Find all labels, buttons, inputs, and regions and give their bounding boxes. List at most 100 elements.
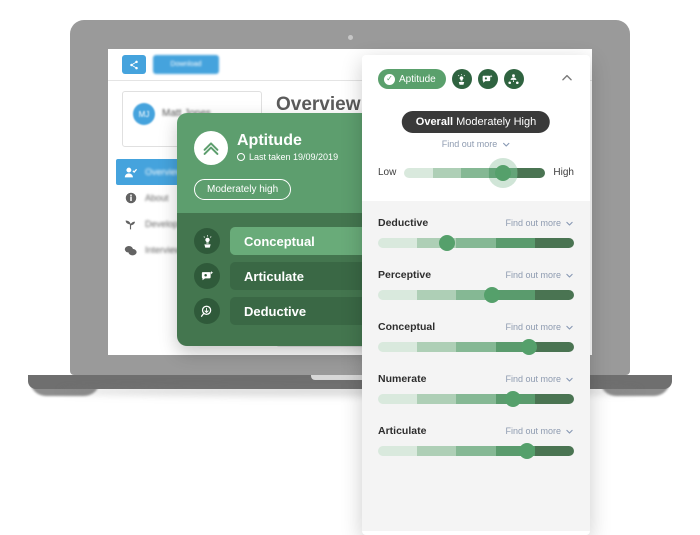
slider-segment <box>378 446 418 456</box>
panel-header: ✓ Aptitude Overall Moderately High Find … <box>362 55 590 201</box>
aptitude-chip-label: Aptitude <box>399 73 436 85</box>
aptitude-chip[interactable]: ✓ Aptitude <box>378 69 446 89</box>
slider-thumb[interactable] <box>438 235 455 251</box>
find-out-more-link[interactable]: Find out more <box>505 218 574 228</box>
aptitude-title: Aptitude <box>237 132 302 149</box>
overall-slider[interactable] <box>404 164 546 181</box>
slider-segment <box>417 446 457 456</box>
overall-prefix: Overall <box>415 116 454 128</box>
plant-idea-icon <box>194 228 220 254</box>
slider-segment <box>432 167 461 178</box>
metric-row: Numerate Find out more <box>362 373 590 407</box>
slider-segment <box>378 290 418 300</box>
slider-track <box>404 167 546 178</box>
slider-track <box>378 290 574 300</box>
find-out-more-label: Find out more <box>505 270 561 280</box>
list-item-label: Conceptual <box>230 227 377 255</box>
slider-segment <box>495 238 535 248</box>
list-item-label: Deductive <box>230 297 377 325</box>
slider-segment <box>417 290 457 300</box>
find-out-more-link[interactable]: Find out more <box>505 374 574 384</box>
overall-slider-row: Low High <box>378 164 574 181</box>
slider-track <box>378 342 574 352</box>
metric-header: Deductive Find out more <box>378 217 574 229</box>
info-icon <box>124 192 137 205</box>
share-button[interactable] <box>122 55 146 74</box>
metric-label: Numerate <box>378 373 427 385</box>
slider-thumb[interactable] <box>483 287 500 303</box>
overall-value: Moderately High <box>456 116 537 128</box>
slider-track <box>378 238 574 248</box>
chevron-down-icon <box>565 323 574 332</box>
magnifier-icon <box>194 298 220 324</box>
find-out-more-label: Find out more <box>505 322 561 332</box>
metric-slider[interactable] <box>378 339 574 355</box>
check-circle-icon: ✓ <box>384 73 395 85</box>
webcam-icon <box>347 35 353 40</box>
find-out-more-link[interactable]: Find out more <box>505 426 574 436</box>
slider-thumb[interactable] <box>520 339 537 355</box>
find-out-more-label: Find out more <box>505 218 561 228</box>
last-taken-row: Last taken 19/09/2019 <box>237 152 338 162</box>
chevron-down-icon <box>565 271 574 280</box>
slider-track <box>378 446 574 456</box>
slider-segment <box>456 394 496 404</box>
chat-icon <box>124 244 137 257</box>
plant-idea-icon[interactable] <box>451 69 472 89</box>
slider-segment <box>517 167 546 178</box>
chevron-up-icon[interactable] <box>558 69 576 87</box>
find-out-more-label: Find out more <box>505 426 561 436</box>
last-taken-label: Last taken 19/09/2019 <box>249 152 339 162</box>
category-chip-row: ✓ Aptitude <box>378 69 524 89</box>
slider-segment <box>534 446 574 456</box>
find-out-more-link[interactable]: Find out more <box>505 270 574 280</box>
clock-icon <box>237 153 245 161</box>
aptitude-chevron-icon <box>194 131 228 165</box>
metric-slider[interactable] <box>378 443 574 459</box>
metric-slider[interactable] <box>378 235 574 251</box>
metric-row: Conceptual Find out more <box>362 321 590 355</box>
slider-segment <box>495 290 535 300</box>
slider-segment <box>404 167 433 178</box>
list-item[interactable]: Articulate <box>194 262 377 290</box>
find-out-more-label: Find out more <box>441 139 498 149</box>
slider-thumb[interactable] <box>505 391 522 407</box>
metric-label: Conceptual <box>378 321 436 333</box>
speech-bubble-icon <box>194 263 220 289</box>
download-button[interactable]: Download <box>153 55 219 74</box>
scale-low-label: Low <box>378 167 397 178</box>
aptitude-card-rows: Conceptual Articulate Deductive <box>177 213 377 346</box>
list-item-label: Articulate <box>230 262 377 290</box>
find-out-more-label: Find out more <box>505 374 561 384</box>
metric-slider[interactable] <box>378 287 574 303</box>
speech-bubble-icon[interactable] <box>477 69 498 89</box>
sidebar-item-label: About <box>145 193 169 203</box>
find-out-more-overall[interactable]: Find out more <box>442 139 511 149</box>
scale-high-label: High <box>553 167 574 178</box>
metric-row: Articulate Find out more <box>362 425 590 459</box>
slider-segment <box>456 446 496 456</box>
slider-thumb[interactable] <box>518 443 535 459</box>
slider-track <box>378 394 574 404</box>
list-item[interactable]: Deductive <box>194 297 377 325</box>
slider-thumb[interactable] <box>495 164 512 181</box>
find-out-more-link[interactable]: Find out more <box>505 322 574 332</box>
metric-header: Articulate Find out more <box>378 425 574 437</box>
metric-header: Numerate Find out more <box>378 373 574 385</box>
metric-row: Perceptive Find out more <box>362 269 590 303</box>
chevron-down-icon <box>565 219 574 228</box>
list-item[interactable]: Conceptual <box>194 227 377 255</box>
aptitude-detail-panel: ✓ Aptitude Overall Moderately High Find … <box>362 55 590 535</box>
metric-label: Perceptive <box>378 269 432 281</box>
slider-segment <box>417 394 457 404</box>
sidebar-item-label: Interview <box>145 245 182 255</box>
slider-segment <box>417 342 457 352</box>
slider-segment <box>534 342 574 352</box>
slider-segment <box>534 394 574 404</box>
numerate-icon[interactable] <box>503 69 524 89</box>
user-check-icon <box>124 166 137 179</box>
metric-row: Deductive Find out more <box>362 217 590 251</box>
screenshot-stage: Download MJ Matt Jones Overview Overview <box>0 0 700 535</box>
slider-segment <box>378 238 418 248</box>
metric-slider[interactable] <box>378 391 574 407</box>
